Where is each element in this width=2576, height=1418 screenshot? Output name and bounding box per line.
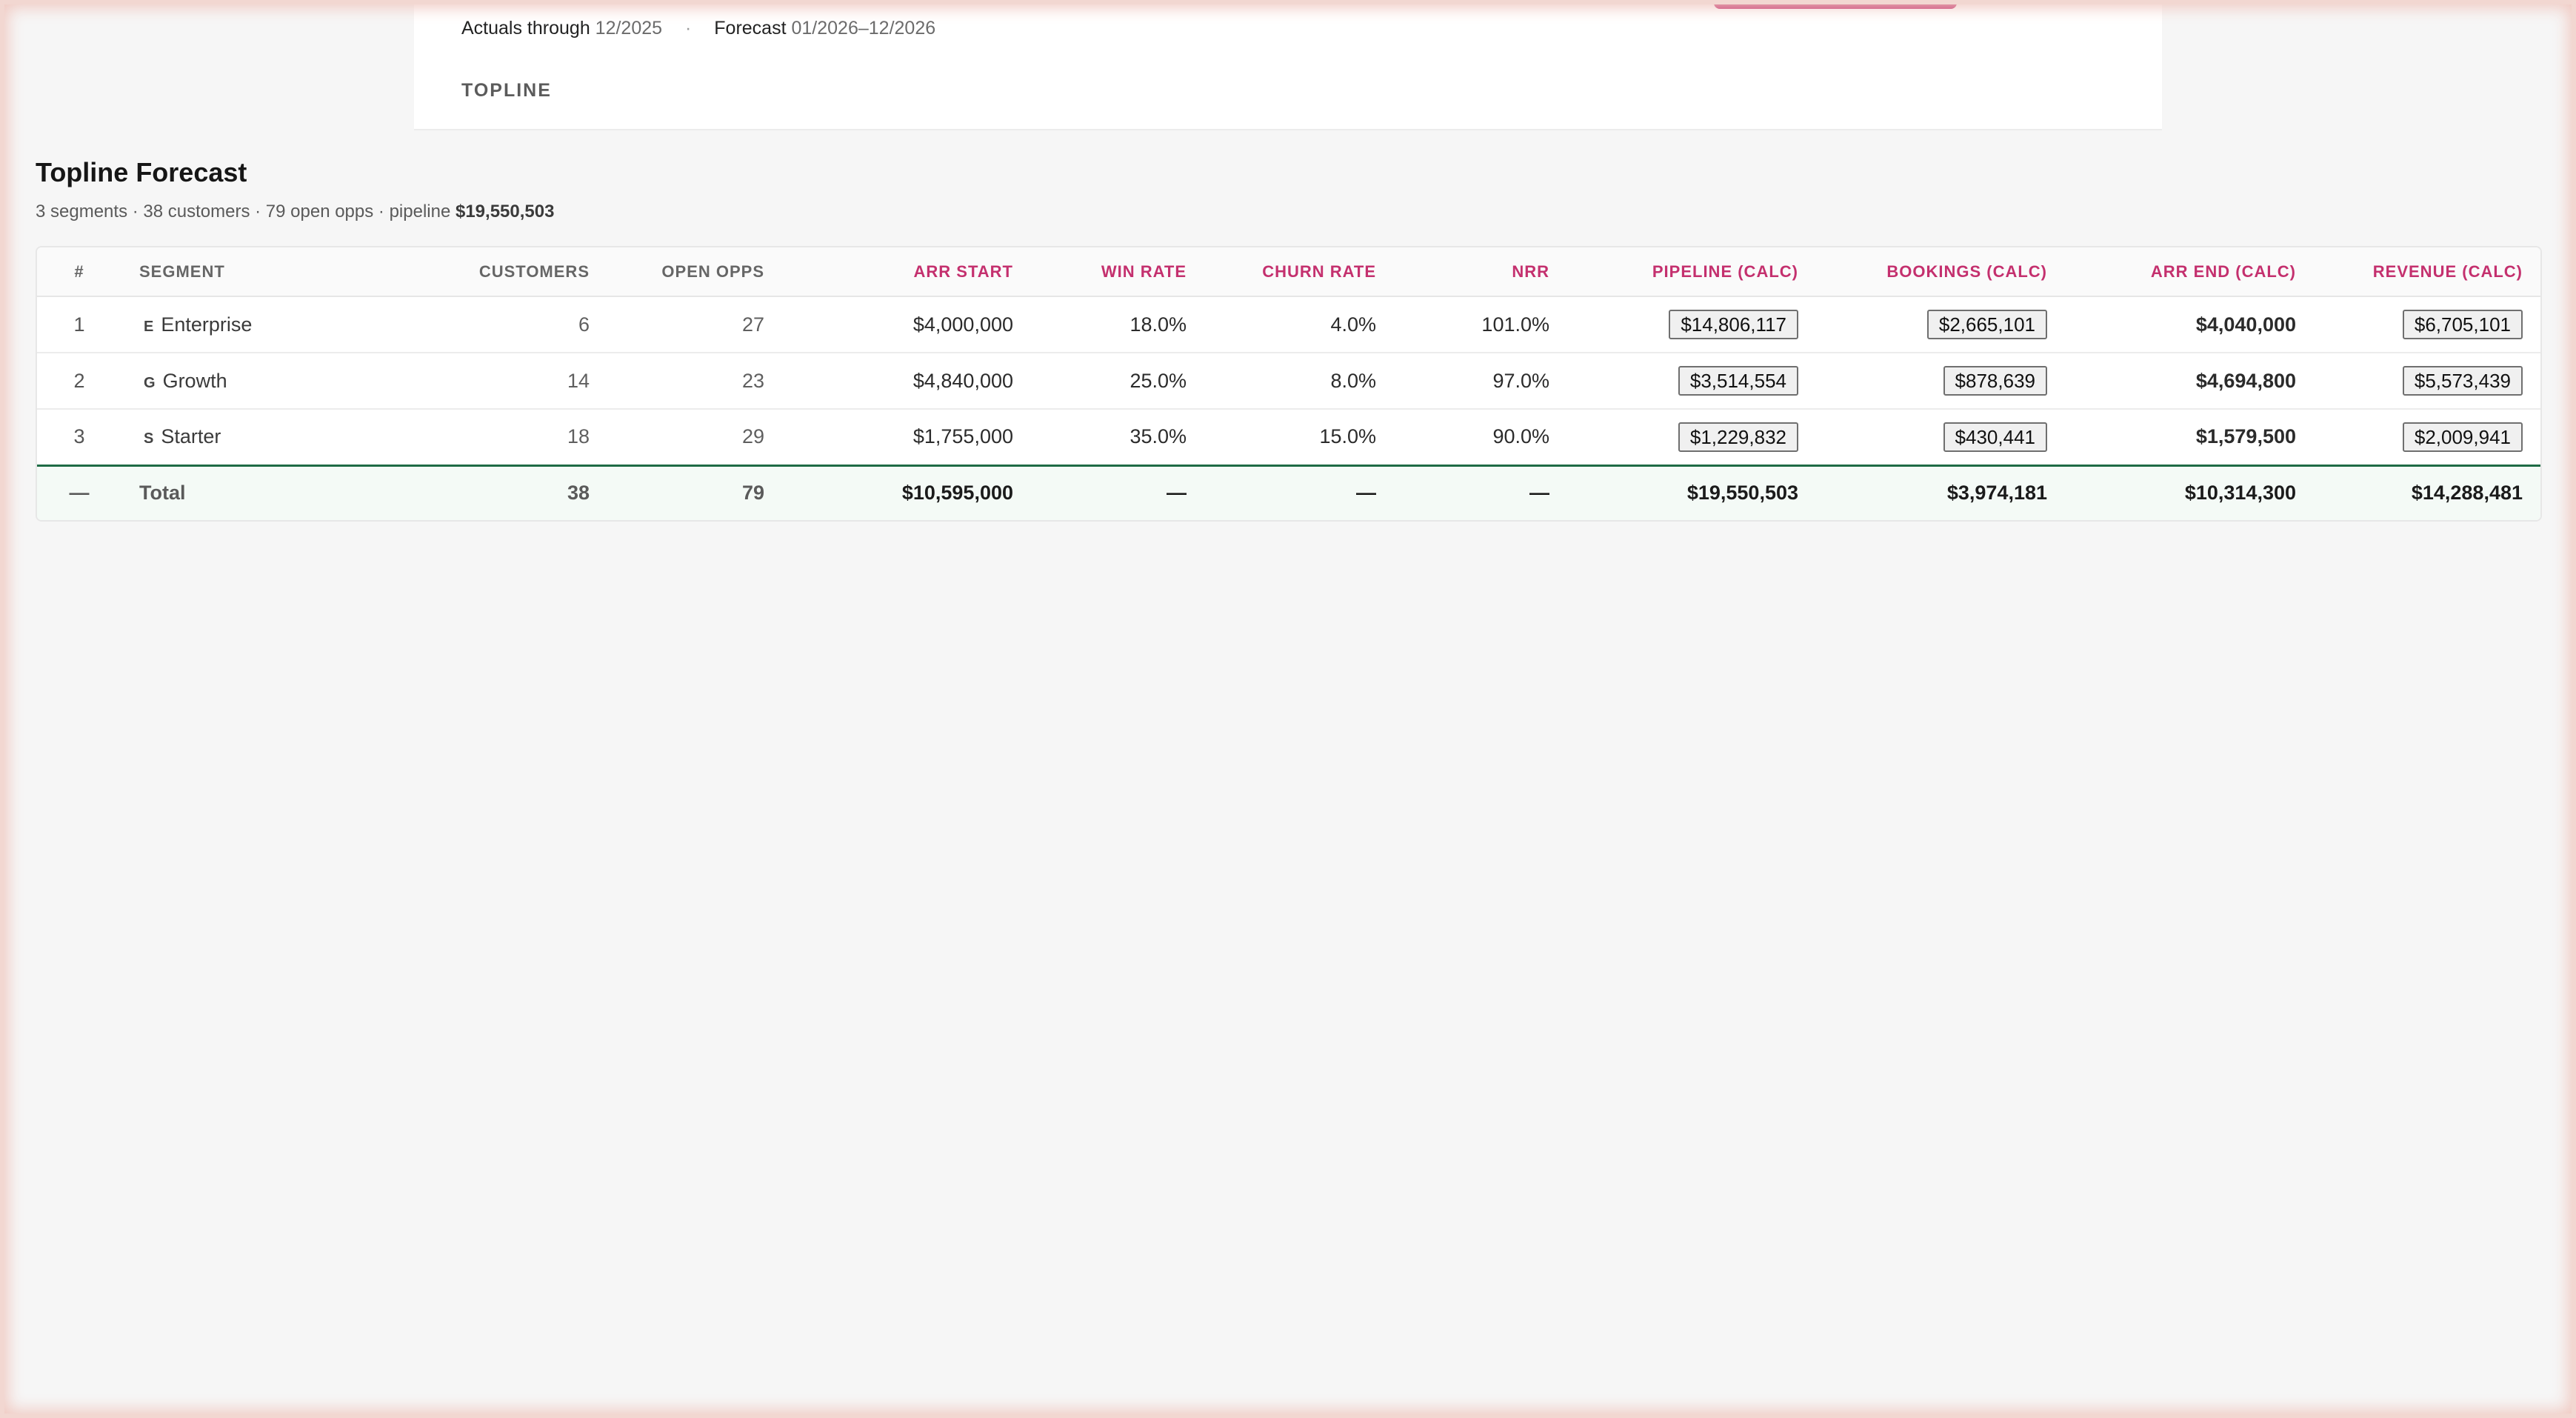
arr-start-cell[interactable]: $4,840,000 <box>782 353 1031 409</box>
table-row[interactable]: 3 S Starter 18 29 $1,755,000 35.0% 15.0% … <box>37 409 2540 465</box>
actuals-value: 12/2025 <box>595 18 663 39</box>
segment-cell: G Growth <box>121 353 360 409</box>
row-num: 1 <box>73 313 85 336</box>
row-num: 2 <box>73 369 85 392</box>
table-row[interactable]: 1 E Enterprise 6 27 $4,000,000 18.0% 4.0%… <box>37 296 2540 353</box>
pipeline-calc-value[interactable]: $3,514,554 <box>1678 366 1798 396</box>
total-arr-start: $10,595,000 <box>901 482 1013 505</box>
segment-cell: S Starter <box>121 409 360 465</box>
total-row: — Total 38 79 $10,595,000 — — — $19,550,… <box>37 465 2540 520</box>
row-num: 3 <box>73 425 85 448</box>
bookings-calc-value[interactable]: $2,665,101 <box>1926 310 2047 339</box>
total-pipeline: $19,550,503 <box>1686 482 1798 505</box>
col-win-rate[interactable]: WIN RATE <box>1031 247 1204 296</box>
open-opps-cell: 29 <box>741 425 764 448</box>
col-nrr[interactable]: NRR <box>1394 247 1567 296</box>
win-rate-cell[interactable]: 18.0% <box>1031 296 1204 353</box>
bookings-calc-value[interactable]: $430,441 <box>1943 422 2047 452</box>
arr-end-cell: $4,040,000 <box>2195 313 2296 336</box>
revenue-cell: $2,009,941 <box>2314 409 2540 465</box>
revenue-calc-value[interactable]: $6,705,101 <box>2402 310 2523 339</box>
pipeline-cell: $14,806,117 <box>1567 296 1816 353</box>
open-opps-cell: 23 <box>741 369 764 392</box>
segment-letter-icon: S <box>144 430 154 447</box>
bookings-cell: $878,639 <box>1816 353 2065 409</box>
total-open-opps: 79 <box>741 482 764 505</box>
summary-text: 3 segments · 38 customers · 79 open opps… <box>36 202 451 222</box>
table-row[interactable]: 2 G Growth 14 23 $4,840,000 25.0% 8.0% 97… <box>37 353 2540 409</box>
period-info: Actuals through 12/2025 · Forecast 01/20… <box>461 18 935 39</box>
col-pipeline[interactable]: PIPELINE (CALC) <box>1567 247 1816 296</box>
col-bookings[interactable]: BOOKINGS (CALC) <box>1816 247 2065 296</box>
bookings-cell: $2,665,101 <box>1816 296 2065 353</box>
segment-name: Growth <box>162 369 227 392</box>
segment-cell: E Enterprise <box>121 296 360 353</box>
arr-start-cell[interactable]: $1,755,000 <box>782 409 1031 465</box>
churn-rate-cell[interactable]: 8.0% <box>1204 353 1394 409</box>
segment-name: Enterprise <box>161 313 253 336</box>
primary-action-button[interactable] <box>1714 0 1957 9</box>
arr-start-cell[interactable]: $4,000,000 <box>782 296 1031 353</box>
col-segment[interactable]: SEGMENT <box>121 247 360 296</box>
revenue-cell: $5,573,439 <box>2314 353 2540 409</box>
forecast-label: Forecast <box>714 18 787 39</box>
page-title: Topline Forecast <box>36 157 247 187</box>
churn-rate-cell[interactable]: 4.0% <box>1204 296 1394 353</box>
revenue-calc-value[interactable]: $2,009,941 <box>2402 422 2523 452</box>
col-num[interactable]: # <box>37 247 121 296</box>
customers-cell: 18 <box>567 425 590 448</box>
total-label: Total <box>139 482 186 505</box>
col-revenue[interactable]: REVENUE (CALC) <box>2314 247 2540 296</box>
revenue-calc-value[interactable]: $5,573,439 <box>2402 366 2523 396</box>
segment-letter-icon: G <box>144 374 156 391</box>
total-win-rate: — <box>1167 482 1187 505</box>
total-churn-rate: — <box>1356 482 1376 505</box>
table-header-row: # SEGMENT CUSTOMERS OPEN OPPS ARR START … <box>37 247 2540 296</box>
forecast-value: 01/2026–12/2026 <box>791 18 936 39</box>
pipeline-calc-value[interactable]: $1,229,832 <box>1678 422 1798 452</box>
pipeline-calc-value[interactable]: $14,806,117 <box>1669 310 1798 339</box>
tab-topline[interactable]: TOPLINE <box>461 80 552 101</box>
actuals-label: Actuals through <box>461 18 590 39</box>
arr-end-cell: $1,579,500 <box>2195 425 2296 448</box>
total-arr-end: $10,314,300 <box>2184 482 2296 505</box>
bookings-cell: $430,441 <box>1816 409 2065 465</box>
arr-end-cell: $4,694,800 <box>2195 369 2296 392</box>
summary-line: 3 segments · 38 customers · 79 open opps… <box>36 202 554 222</box>
segment-letter-icon: E <box>144 318 154 335</box>
nrr-cell[interactable]: 101.0% <box>1394 296 1567 353</box>
col-open-opps[interactable]: OPEN OPPS <box>607 247 782 296</box>
total-nrr: — <box>1529 482 1549 505</box>
customers-cell: 14 <box>567 369 590 392</box>
secondary-action-button[interactable] <box>1987 0 2113 4</box>
win-rate-cell[interactable]: 35.0% <box>1031 409 1204 465</box>
total-revenue: $14,288,481 <box>2411 482 2523 505</box>
total-num: — <box>69 482 90 505</box>
segment-name: Starter <box>161 425 221 448</box>
nrr-cell[interactable]: 97.0% <box>1394 353 1567 409</box>
pipeline-cell: $3,514,554 <box>1567 353 1816 409</box>
customers-cell: 6 <box>578 313 590 336</box>
pipeline-cell: $1,229,832 <box>1567 409 1816 465</box>
win-rate-cell[interactable]: 25.0% <box>1031 353 1204 409</box>
col-churn-rate[interactable]: CHURN RATE <box>1204 247 1394 296</box>
col-arr-end[interactable]: ARR END (CALC) <box>2065 247 2314 296</box>
total-bookings: $3,974,181 <box>1946 482 2047 505</box>
separator: · <box>685 18 692 39</box>
bookings-calc-value[interactable]: $878,639 <box>1943 366 2047 396</box>
col-customers[interactable]: CUSTOMERS <box>360 247 607 296</box>
open-opps-cell: 27 <box>741 313 764 336</box>
churn-rate-cell[interactable]: 15.0% <box>1204 409 1394 465</box>
summary-pipeline: $19,550,503 <box>455 202 555 222</box>
revenue-cell: $6,705,101 <box>2314 296 2540 353</box>
forecast-table: # SEGMENT CUSTOMERS OPEN OPPS ARR START … <box>36 246 2542 522</box>
nrr-cell[interactable]: 90.0% <box>1394 409 1567 465</box>
total-customers: 38 <box>567 482 590 505</box>
header-card: Actuals through 12/2025 · Forecast 01/20… <box>414 0 2162 130</box>
col-arr-start[interactable]: ARR START <box>782 247 1031 296</box>
